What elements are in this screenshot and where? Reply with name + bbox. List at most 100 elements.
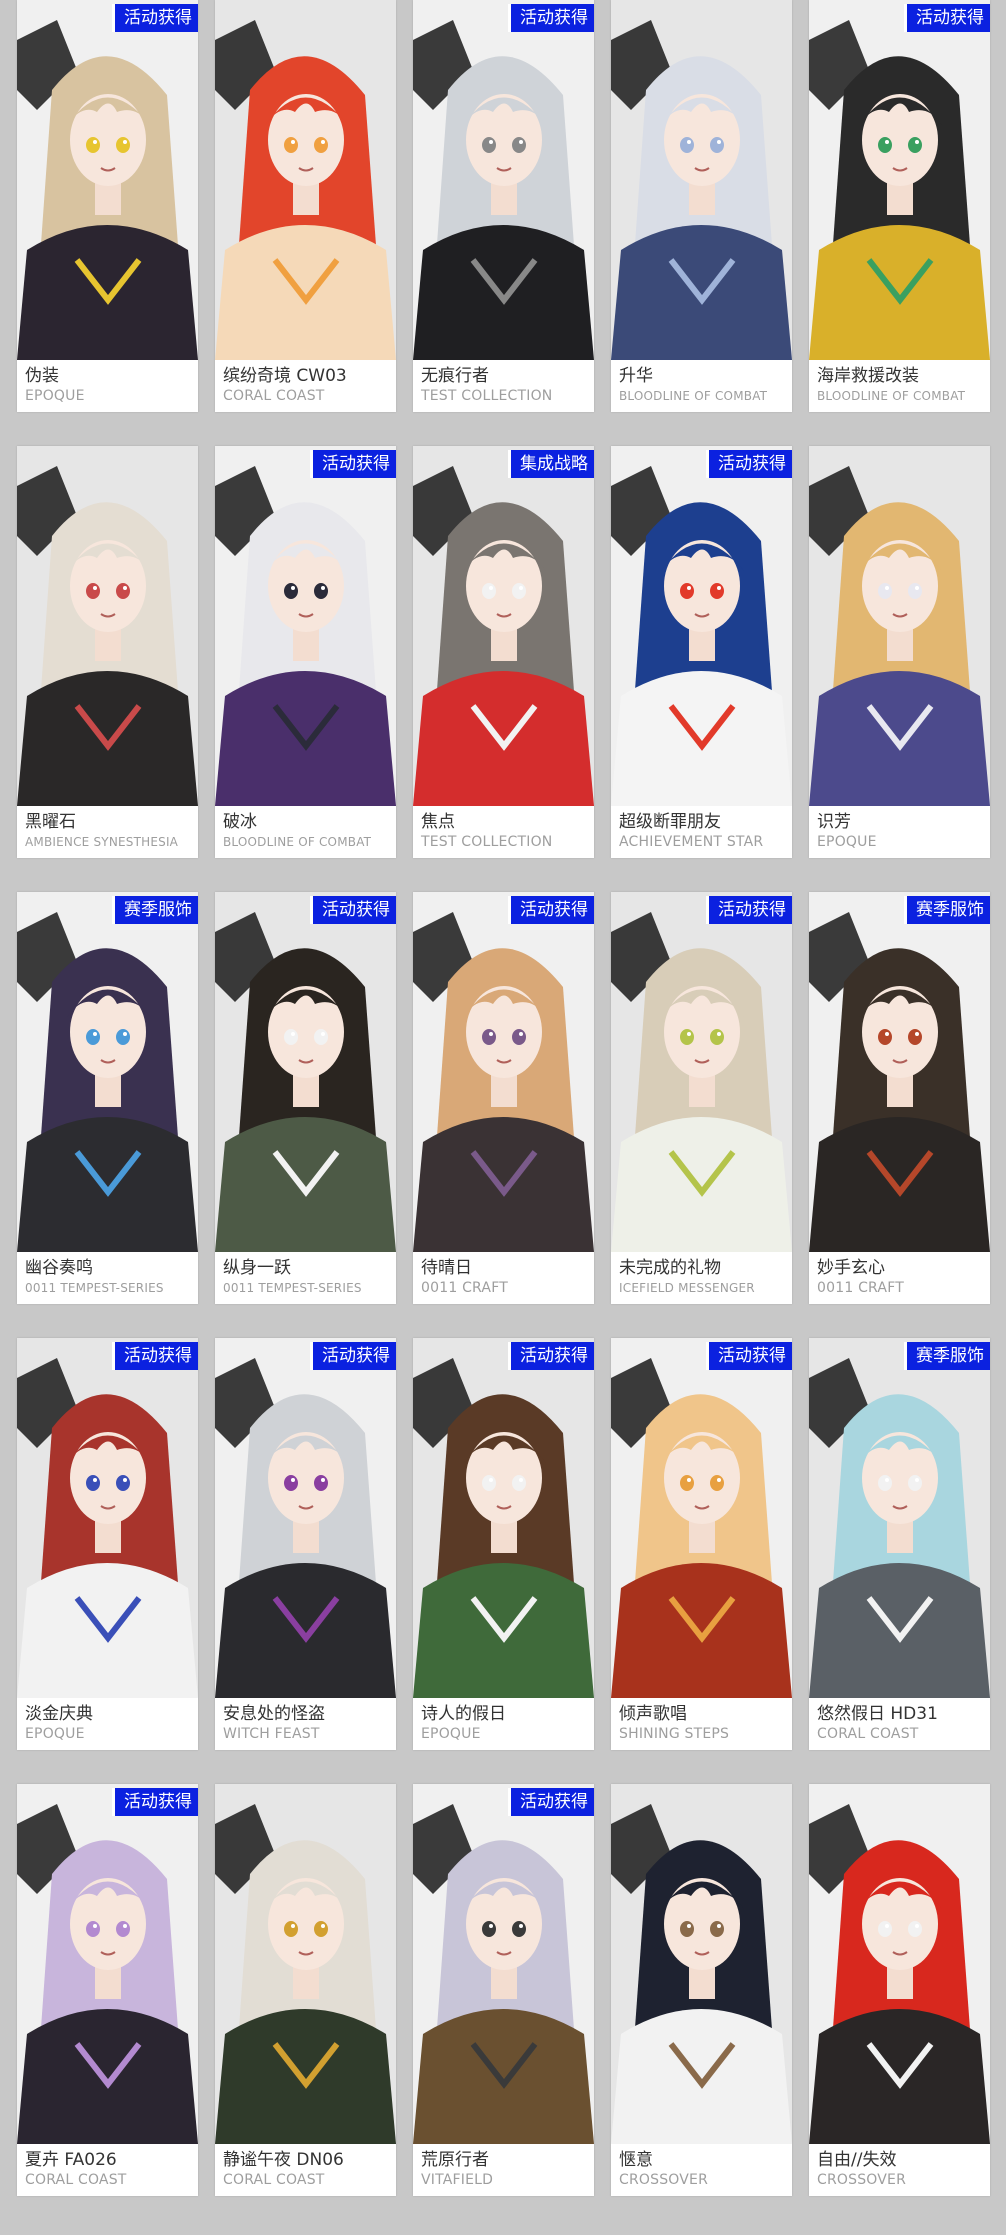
skin-series: CORAL COAST xyxy=(25,2172,127,2188)
skin-name: 安息处的怪盗 xyxy=(223,1704,325,1724)
skin-series: BLOODLINE OF COMBAT xyxy=(223,835,372,849)
skin-name: 缤纷奇境 CW03 xyxy=(223,366,347,386)
skin-card-18[interactable]: 活动获得 诗人的假日 EPOQUE xyxy=(413,1338,594,1750)
source-badge: 活动获得 xyxy=(112,4,198,32)
skin-name: 超级断罪朋友 xyxy=(619,812,721,832)
character-illustration xyxy=(413,892,594,1252)
source-badge: 赛季服饰 xyxy=(904,896,990,924)
skin-portrait xyxy=(809,0,990,360)
skin-card-13[interactable]: 活动获得 待晴日 0011 CRAFT xyxy=(413,892,594,1304)
skin-portrait xyxy=(17,892,198,1252)
source-badge: 集成战略 xyxy=(508,450,594,478)
skin-series: BLOODLINE OF COMBAT xyxy=(619,389,768,403)
character-illustration xyxy=(215,892,396,1252)
source-badge: 活动获得 xyxy=(904,4,990,32)
skin-name: 惬意 xyxy=(619,2150,653,2170)
skin-series: 0011 CRAFT xyxy=(817,1280,904,1296)
skin-series: CROSSOVER xyxy=(817,2172,907,2188)
skin-card-2[interactable]: 缤纷奇境 CW03 CORAL COAST xyxy=(215,0,396,412)
skin-portrait xyxy=(17,446,198,806)
source-badge: 活动获得 xyxy=(112,1342,198,1370)
skin-portrait xyxy=(611,1338,792,1698)
skin-series: CORAL COAST xyxy=(223,2172,325,2188)
skin-portrait xyxy=(809,446,990,806)
skin-card-16[interactable]: 活动获得 淡金庆典 EPOQUE xyxy=(17,1338,198,1750)
skin-card-12[interactable]: 活动获得 纵身一跃 0011 TEMPEST-SERIES xyxy=(215,892,396,1304)
skin-name: 夏卉 FA026 xyxy=(25,2150,117,2170)
skin-portrait xyxy=(215,1338,396,1698)
skin-portrait xyxy=(611,892,792,1252)
skin-portrait xyxy=(215,1784,396,2144)
skin-series: EPOQUE xyxy=(817,834,877,850)
source-badge: 活动获得 xyxy=(310,896,396,924)
skin-card-4[interactable]: 升华 BLOODLINE OF COMBAT xyxy=(611,0,792,412)
skin-name: 悠然假日 HD31 xyxy=(817,1704,938,1724)
skin-card-11[interactable]: 赛季服饰 幽谷奏鸣 0011 TEMPEST-SERIES xyxy=(17,892,198,1304)
character-illustration xyxy=(17,1784,198,2144)
character-illustration xyxy=(611,446,792,806)
skin-name: 伪装 xyxy=(25,366,59,386)
character-illustration xyxy=(611,1338,792,1698)
skin-series: ICEFIELD MESSENGER xyxy=(619,1281,755,1295)
skin-card-20[interactable]: 赛季服饰 悠然假日 HD31 CORAL COAST xyxy=(809,1338,990,1750)
skin-portrait xyxy=(17,1784,198,2144)
skin-card-24[interactable]: 惬意 CROSSOVER xyxy=(611,1784,792,2196)
skin-card-15[interactable]: 赛季服饰 妙手玄心 0011 CRAFT xyxy=(809,892,990,1304)
skin-name: 黑曜石 xyxy=(25,812,76,832)
skin-card-9[interactable]: 活动获得 超级断罪朋友 ACHIEVEMENT STAR xyxy=(611,446,792,858)
skin-card-22[interactable]: 静谧午夜 DN06 CORAL COAST xyxy=(215,1784,396,2196)
skin-card-14[interactable]: 活动获得 未完成的礼物 ICEFIELD MESSENGER xyxy=(611,892,792,1304)
skin-name: 无痕行者 xyxy=(421,366,489,386)
character-illustration xyxy=(809,0,990,360)
skin-series: TEST COLLECTION xyxy=(421,388,553,404)
skin-portrait xyxy=(611,446,792,806)
skin-series: CORAL COAST xyxy=(223,388,325,404)
skin-series: VITAFIELD xyxy=(421,2172,494,2188)
character-illustration xyxy=(413,446,594,806)
character-illustration xyxy=(611,1784,792,2144)
character-illustration xyxy=(215,0,396,360)
source-badge: 活动获得 xyxy=(310,1342,396,1370)
skin-portrait xyxy=(413,892,594,1252)
character-illustration xyxy=(809,446,990,806)
skin-card-17[interactable]: 活动获得 安息处的怪盗 WITCH FEAST xyxy=(215,1338,396,1750)
character-illustration xyxy=(413,1338,594,1698)
skin-portrait xyxy=(413,0,594,360)
skin-portrait xyxy=(413,1338,594,1698)
skin-series: WITCH FEAST xyxy=(223,1726,320,1742)
skin-card-6[interactable]: 黑曜石 AMBIENCE SYNESTHESIA xyxy=(17,446,198,858)
skin-card-21[interactable]: 活动获得 夏卉 FA026 CORAL COAST xyxy=(17,1784,198,2196)
skin-card-19[interactable]: 活动获得 倾声歌唱 SHINING STEPS xyxy=(611,1338,792,1750)
skin-name: 焦点 xyxy=(421,812,455,832)
skin-portrait xyxy=(215,892,396,1252)
skin-portrait xyxy=(611,1784,792,2144)
skin-series: 0011 CRAFT xyxy=(421,1280,508,1296)
skin-card-23[interactable]: 活动获得 荒原行者 VITAFIELD xyxy=(413,1784,594,2196)
character-illustration xyxy=(809,1784,990,2144)
skin-card-5[interactable]: 活动获得 海岸救援改装 BLOODLINE OF COMBAT xyxy=(809,0,990,412)
character-illustration xyxy=(611,0,792,360)
source-badge: 活动获得 xyxy=(508,4,594,32)
skin-portrait xyxy=(17,0,198,360)
source-badge: 赛季服饰 xyxy=(904,1342,990,1370)
skin-card-25[interactable]: 自由//失效 CROSSOVER xyxy=(809,1784,990,2196)
source-badge: 活动获得 xyxy=(706,450,792,478)
skin-name: 荒原行者 xyxy=(421,2150,489,2170)
skin-card-8[interactable]: 集成战略 焦点 TEST COLLECTION xyxy=(413,446,594,858)
skin-card-1[interactable]: 活动获得 伪装 EPOQUE xyxy=(17,0,198,412)
character-illustration xyxy=(809,892,990,1252)
source-badge: 活动获得 xyxy=(508,896,594,924)
skin-card-10[interactable]: 识芳 EPOQUE xyxy=(809,446,990,858)
skin-card-3[interactable]: 活动获得 无痕行者 TEST COLLECTION xyxy=(413,0,594,412)
skin-portrait xyxy=(611,0,792,360)
skin-name: 识芳 xyxy=(817,812,851,832)
skin-card-7[interactable]: 活动获得 破冰 BLOODLINE OF COMBAT xyxy=(215,446,396,858)
source-badge: 活动获得 xyxy=(706,1342,792,1370)
character-illustration xyxy=(413,1784,594,2144)
skin-series: 0011 TEMPEST-SERIES xyxy=(25,1281,164,1295)
skin-name: 海岸救援改装 xyxy=(817,366,919,386)
skin-series: CORAL COAST xyxy=(817,1726,919,1742)
skin-name: 倾声歌唱 xyxy=(619,1704,687,1724)
skin-portrait xyxy=(413,446,594,806)
source-badge: 赛季服饰 xyxy=(112,896,198,924)
